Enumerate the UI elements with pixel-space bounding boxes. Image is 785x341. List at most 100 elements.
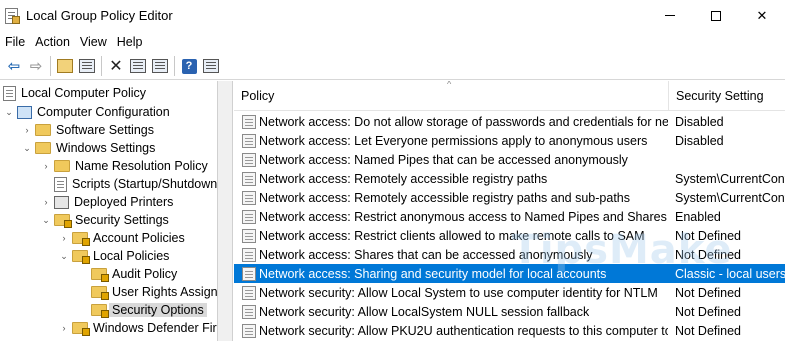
policy-cell: Network access: Named Pipes that can be … (234, 152, 668, 167)
menu-file[interactable]: File (2, 35, 32, 49)
policy-cell: Network access: Restrict anonymous acces… (234, 209, 668, 224)
policy-name: Network security: Allow PKU2U authentica… (259, 323, 668, 338)
help-icon[interactable]: ? (178, 55, 200, 77)
table-row[interactable]: Network security: Allow PKU2U authentica… (234, 321, 785, 340)
security-setting-value: Not Defined (675, 323, 742, 338)
table-row[interactable]: Network access: Restrict anonymous acces… (234, 207, 785, 226)
policy-document-icon (3, 85, 16, 101)
close-button[interactable]: ✕ (739, 0, 785, 31)
tree-item-label: Security Options (109, 303, 207, 317)
table-row[interactable]: Network access: Remotely accessible regi… (234, 169, 785, 188)
tree-item-windows-defender-firewall[interactable]: › Windows Defender Firewall (58, 319, 217, 337)
tree-item-account-policies[interactable]: › Account Policies (58, 229, 185, 247)
tree-item-security-settings[interactable]: ⌄ Security Settings (40, 211, 169, 229)
policy-setting-icon (242, 152, 256, 167)
policy-cell: Network access: Let Everyone permissions… (234, 133, 668, 148)
security-settings-icon (54, 214, 72, 228)
folder-lock-icon (91, 304, 109, 318)
security-setting-value: Not Defined (675, 304, 742, 319)
folder-lock-icon (72, 232, 90, 246)
table-row[interactable]: Network security: Allow Local System to … (234, 283, 785, 302)
minimize-button[interactable] (647, 0, 693, 31)
tree-item-label: Software Settings (56, 123, 154, 137)
tree-item-computer-configuration[interactable]: ⌄ Computer Configuration (3, 103, 170, 121)
policy-cell: Network access: Remotely accessible regi… (234, 171, 668, 186)
tree-item-scripts[interactable]: Scripts (Startup/Shutdown) (54, 175, 218, 193)
security-setting-value: Classic - local users (675, 266, 785, 281)
policy-cell: Network access: Sharing and security mod… (234, 266, 668, 281)
properties-icon[interactable] (127, 55, 149, 77)
chevron-right-icon[interactable]: › (40, 161, 52, 171)
chevron-down-icon[interactable]: ⌄ (58, 251, 70, 262)
tree-item-label: Account Policies (93, 231, 185, 245)
export-list-icon[interactable] (149, 55, 171, 77)
tree-item-label: Local Policies (93, 249, 170, 263)
maximize-button[interactable] (693, 0, 739, 31)
tree-item-audit-policy[interactable]: Audit Policy (91, 265, 177, 283)
security-setting-value: Enabled (675, 209, 721, 224)
chevron-down-icon[interactable]: ⌄ (21, 143, 33, 154)
table-row[interactable]: Network access: Remotely accessible regi… (234, 188, 785, 207)
folder-lock-icon (91, 286, 109, 300)
policy-setting-icon (242, 190, 256, 205)
menu-action[interactable]: Action (32, 35, 77, 49)
pane-splitter[interactable] (218, 81, 233, 341)
forward-arrow-icon[interactable]: ⇨ (25, 55, 47, 77)
chevron-right-icon[interactable]: › (58, 233, 70, 243)
table-row[interactable]: Network access: Let Everyone permissions… (234, 131, 785, 150)
tree-item-label: Audit Policy (112, 267, 178, 281)
chevron-down-icon[interactable]: ⌄ (40, 215, 52, 226)
tree-item-local-policies[interactable]: ⌄ Local Policies (58, 247, 169, 265)
back-arrow-icon[interactable]: ⇦ (3, 55, 25, 77)
filter-icon[interactable] (200, 55, 222, 77)
policy-cell: Network security: Allow PKU2U authentica… (234, 323, 668, 338)
policy-setting-icon (242, 209, 256, 224)
delete-icon[interactable]: ✕ (105, 55, 127, 77)
policy-setting-icon (242, 114, 256, 129)
table-row[interactable]: Network access: Named Pipes that can be … (234, 150, 785, 169)
show-hide-tree-icon[interactable] (76, 55, 98, 77)
tree-item-label: Name Resolution Policy (75, 159, 208, 173)
policy-name: Network access: Sharing and security mod… (259, 266, 607, 281)
toolbar-separator (50, 56, 51, 76)
tree-item-local-computer-policy[interactable]: Local Computer Policy (3, 84, 146, 102)
table-row[interactable]: Network security: Allow LocalSystem NULL… (234, 302, 785, 321)
tree-item-label: Scripts (Startup/Shutdown) (72, 177, 218, 191)
tree-item-user-rights-assignment[interactable]: User Rights Assignment (91, 283, 217, 301)
title-bar: Local Group Policy Editor ✕ (0, 0, 785, 31)
chevron-right-icon[interactable]: › (40, 197, 52, 207)
column-header-security-setting[interactable]: Security Setting (668, 81, 785, 111)
tree-item-label: Security Settings (75, 213, 169, 227)
window-title: Local Group Policy Editor (26, 8, 173, 23)
table-row[interactable]: Network access: Restrict clients allowed… (234, 226, 785, 245)
policy-setting-icon (242, 171, 256, 186)
table-row[interactable]: Network access: Shares that can be acces… (234, 245, 785, 264)
security-setting-value: System\CurrentControlSet (675, 190, 785, 205)
folder-lock-icon (91, 268, 109, 282)
chevron-right-icon[interactable]: › (21, 125, 33, 135)
policy-setting-icon (242, 285, 256, 300)
chevron-down-icon[interactable]: ⌄ (3, 107, 15, 118)
policy-name: Network security: Allow LocalSystem NULL… (259, 304, 590, 319)
column-header-label: Policy (241, 89, 275, 103)
tree-item-name-resolution-policy[interactable]: › Name Resolution Policy (40, 157, 208, 175)
chevron-right-icon[interactable]: › (58, 323, 70, 333)
tree-item-security-options[interactable]: Security Options (91, 301, 207, 319)
policy-cell: Network access: Remotely accessible regi… (234, 190, 668, 205)
menu-view[interactable]: View (77, 35, 114, 49)
policy-setting-icon (242, 323, 256, 338)
table-row[interactable]: Network access: Sharing and security mod… (234, 264, 785, 283)
tree-pane: Local Computer Policy ⌄ Computer Configu… (0, 81, 218, 341)
tree-item-label: Windows Settings (56, 141, 156, 155)
menu-help[interactable]: Help (114, 35, 150, 49)
tree-item-software-settings[interactable]: › Software Settings (21, 121, 154, 139)
folder-icon (54, 160, 70, 172)
security-setting-value: Disabled (675, 114, 724, 129)
policy-setting-icon (242, 133, 256, 148)
security-setting-value: Not Defined (675, 285, 742, 300)
column-header-policy[interactable]: Policy ^ (234, 81, 668, 111)
tree-item-windows-settings[interactable]: ⌄ Windows Settings (21, 139, 155, 157)
up-folder-icon[interactable] (54, 55, 76, 77)
table-row[interactable]: Network access: Do not allow storage of … (234, 112, 785, 131)
tree-item-deployed-printers[interactable]: › Deployed Printers (40, 193, 174, 211)
